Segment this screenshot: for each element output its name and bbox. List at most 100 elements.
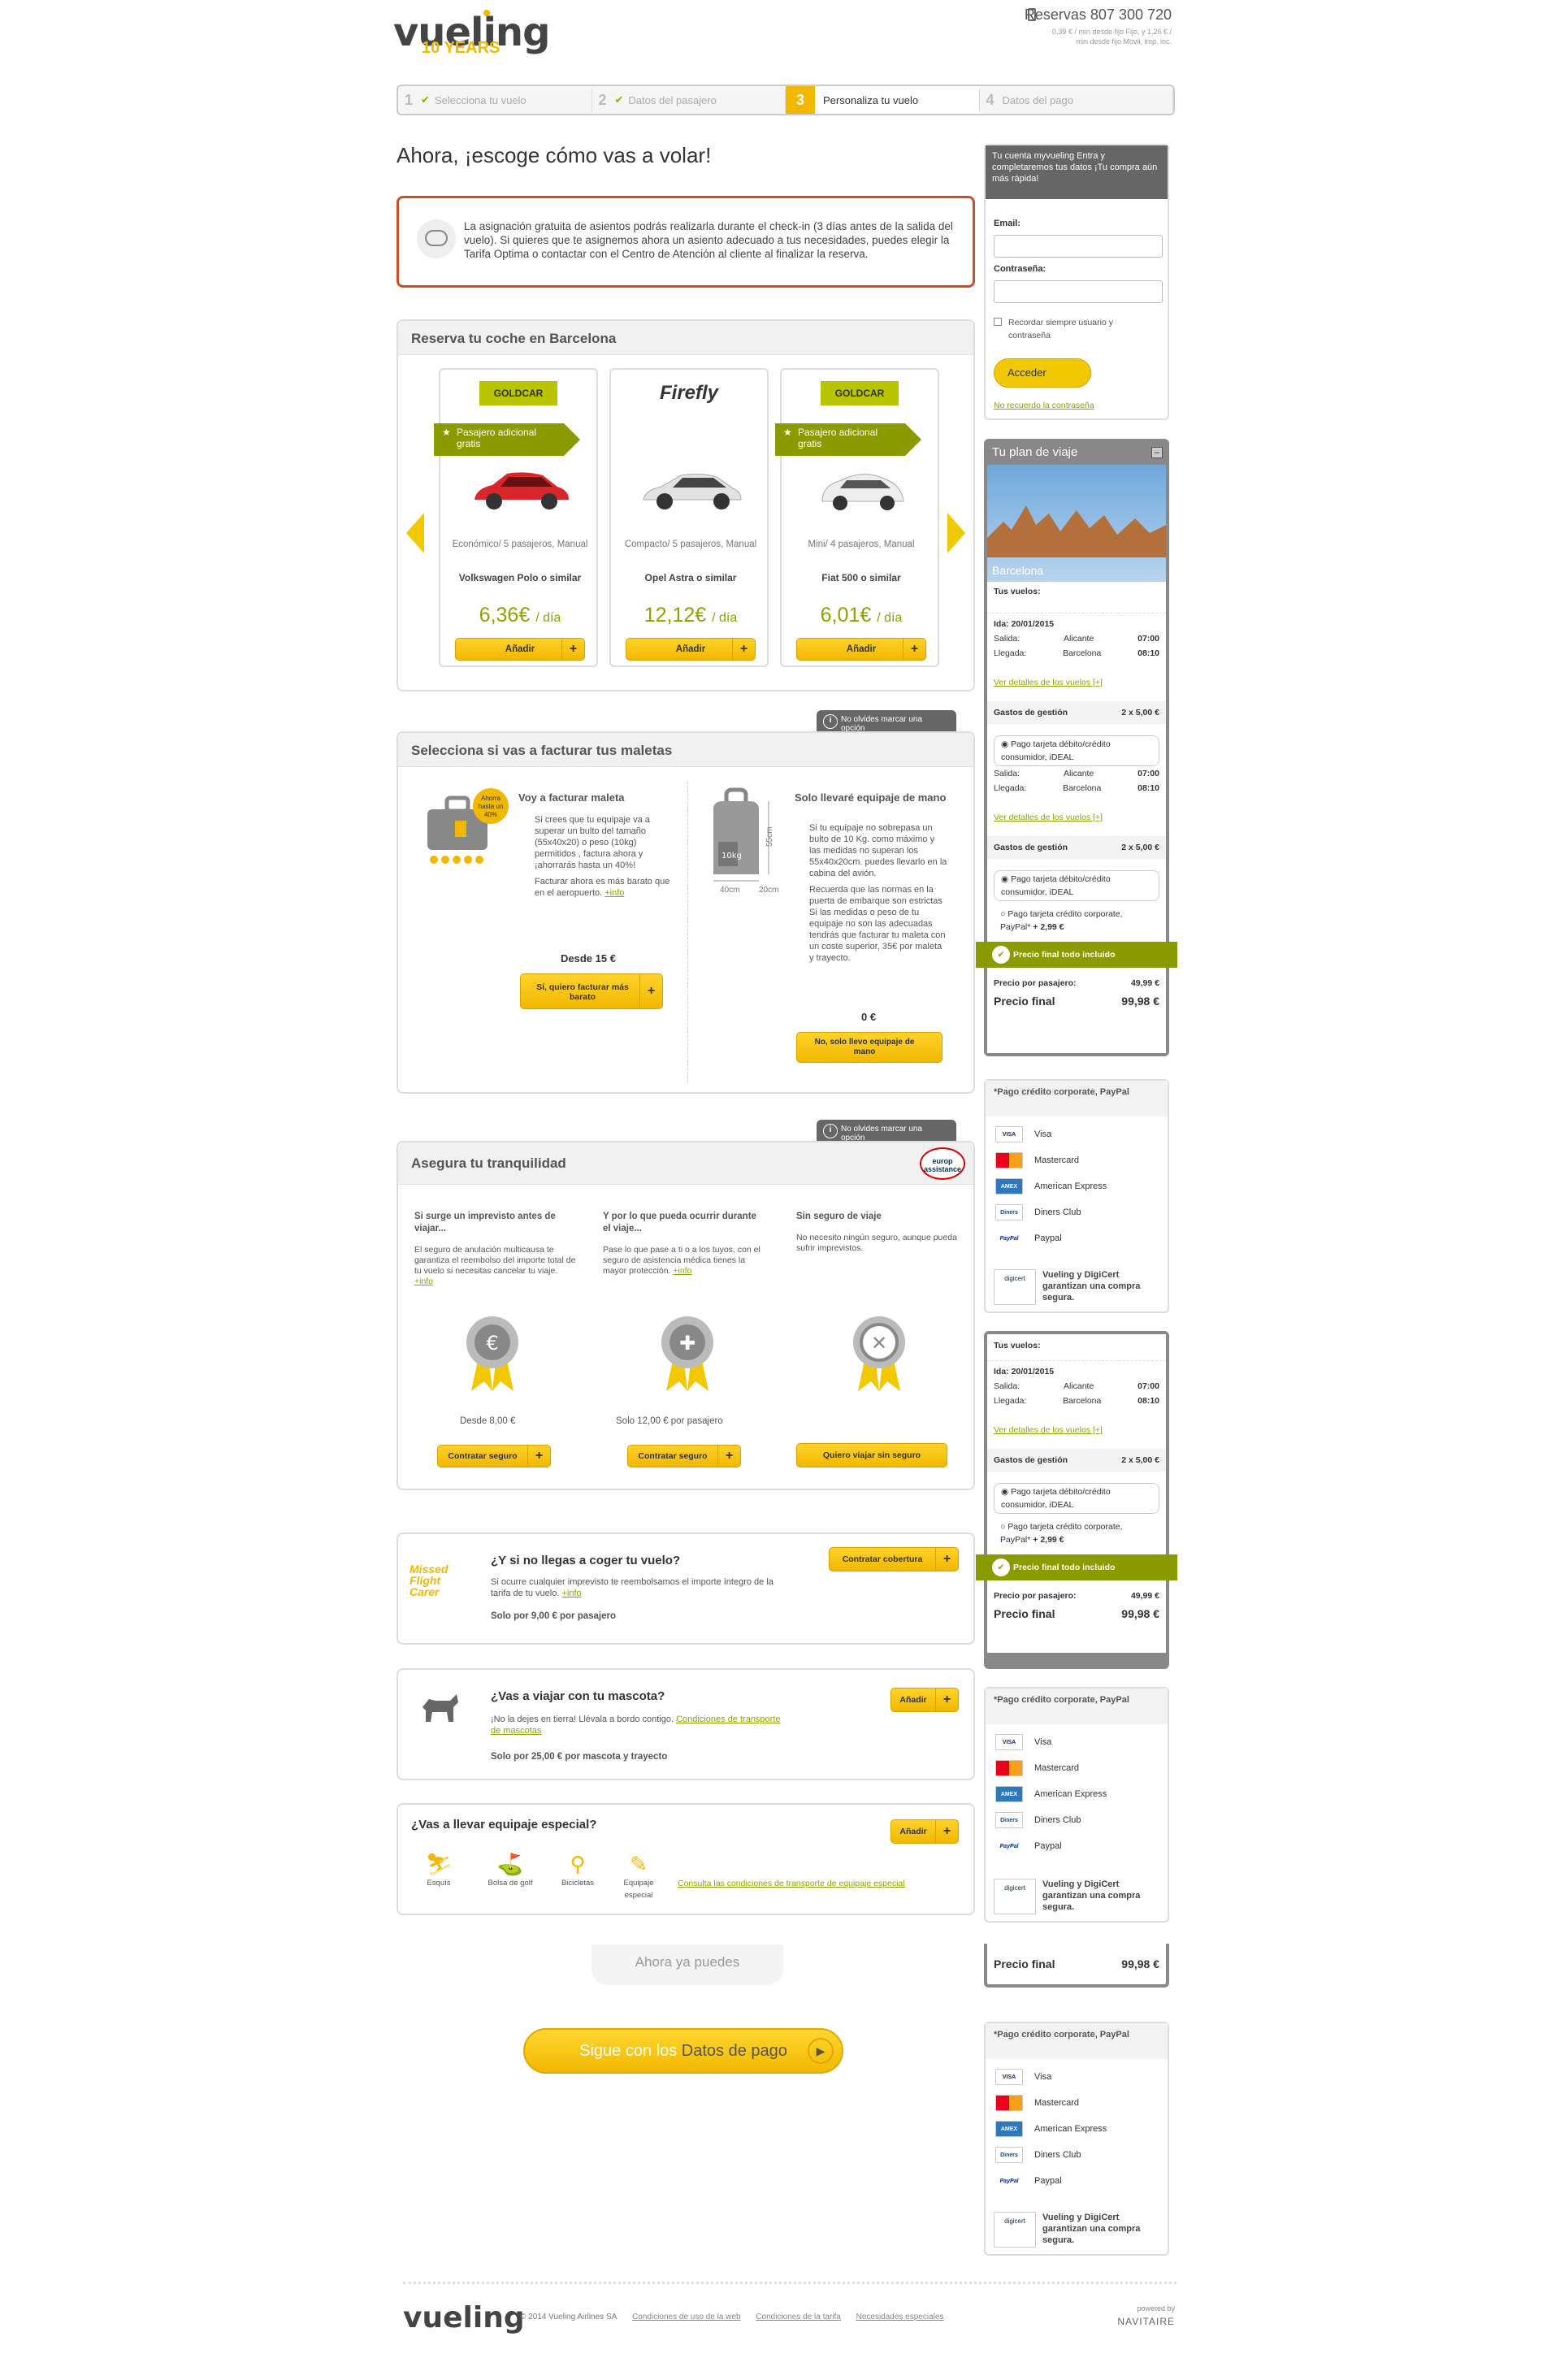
- pay-option-corporate[interactable]: ○ Pago tarjeta crédito corporate, PayPal…: [994, 906, 1159, 935]
- no-insurance-button[interactable]: Quiero viajar sin seguro: [796, 1443, 947, 1467]
- arrow-right-icon: ▶: [808, 2038, 834, 2064]
- car-card: GOLDCAR Pasajero adicional gratis Económ…: [434, 368, 598, 667]
- password-input[interactable]: [994, 280, 1163, 303]
- card-row: AMEX American Express: [986, 1173, 1168, 1199]
- insurance-price: Desde 8,00 €: [460, 1416, 516, 1426]
- cards-list: VISA Visa Mastercard AMEX American Express…: [986, 1116, 1168, 1251]
- missed-flight-logo: Missed Flight Carer: [410, 1563, 448, 1598]
- footer-links: © 2014 Vueling Airlines SA Condiciones d…: [520, 2313, 944, 2321]
- email-label: Email:: [994, 219, 1021, 228]
- medical-medal-icon: ✚: [661, 1316, 713, 1391]
- contract-coverage-button[interactable]: Contratar cobertura +: [829, 1547, 959, 1571]
- hand-luggage-icon: 10kg 55cm 40cm 20cm: [713, 787, 778, 895]
- step-customize: 3 Personaliza tu vuelo: [786, 86, 980, 114]
- missed-flight-text: Si ocurre cualquier imprevisto te reembo…: [491, 1577, 774, 1598]
- flight-details-link[interactable]: Ver detalles de los vuelos [+]: [987, 810, 1166, 825]
- car-type: Compacto/ 5 pasajeros, Manual: [624, 540, 757, 549]
- remember-checkbox[interactable]: [994, 318, 1002, 326]
- pet-title: ¿Vas a viajar con tu mascota?: [491, 1689, 665, 1703]
- contract-insurance-button[interactable]: Contratar seguro +: [627, 1445, 741, 1467]
- continue-to-payment-button[interactable]: Sigue con los Datos de pago ▶: [523, 2028, 843, 2074]
- remember-label: Recordar siempre usuario y contraseña: [1008, 318, 1113, 340]
- add-car-button[interactable]: Añadir +: [796, 638, 926, 661]
- fees-row: Gastos de gestión 2 x 5,00 €: [987, 701, 1166, 724]
- trip-plan-panel: Tus vuelos: Ida: 20/01/2015 Salida: Alica…: [976, 1331, 1177, 1669]
- phone-number: Reservas 807 300 720: [1024, 7, 1172, 23]
- card-row: Mastercard: [986, 1147, 1168, 1173]
- missed-flight-price: Solo por 9,00 € por pasajero: [491, 1611, 617, 1621]
- step-select-flight[interactable]: 1 ✔ Selecciona tu vuelo: [398, 86, 592, 114]
- fare-conditions-link[interactable]: Condiciones de la tarifa: [756, 2313, 841, 2321]
- info-link[interactable]: +info: [604, 888, 624, 898]
- special-conditions-link[interactable]: Consulta las condiciones de transporte d…: [678, 1878, 905, 1890]
- check-bag-text: Si crees que tu equipaje va a superar un…: [535, 815, 670, 898]
- step-passenger-data[interactable]: 2 ✔ Datos del pasajero: [592, 86, 786, 114]
- special-item[interactable]: ✎ Equipaje especial: [614, 1852, 663, 1901]
- add-pet-button[interactable]: Añadir +: [890, 1688, 959, 1712]
- add-car-button[interactable]: Añadir +: [626, 638, 756, 661]
- digicert-seal: digicert: [994, 1879, 1036, 1914]
- info-link[interactable]: +info: [414, 1277, 433, 1286]
- collapse-icon[interactable]: –: [1151, 447, 1163, 458]
- prev-arrow[interactable]: [406, 513, 424, 553]
- pet-text: ¡No la dejes en tierra! Llévala a bordo …: [491, 1715, 781, 1736]
- next-arrow[interactable]: [947, 513, 965, 553]
- flights-label: Tus vuelos:: [994, 587, 1041, 596]
- svg-text:✚: ✚: [679, 1332, 696, 1355]
- progress-steps: 1 ✔ Selecciona tu vuelo 2 ✔ Datos del pasaje…: [396, 85, 1175, 115]
- bike-item[interactable]: ⚲ Bicicletas: [541, 1852, 614, 1889]
- flight-details-link[interactable]: Ver detalles de los vuelos [+]: [987, 1423, 1166, 1437]
- pet-price: Solo por 25,00 € por mascota y trayecto: [491, 1752, 668, 1762]
- hand-luggage-button[interactable]: No, solo llevo equipaje de mano: [796, 1032, 942, 1063]
- golf-item[interactable]: ⛳ Bolsa de golf: [478, 1852, 543, 1889]
- svg-text:20cm: 20cm: [759, 886, 778, 895]
- cards-note: *Pago crédito corporate, PayPal: [986, 1081, 1168, 1116]
- add-special-button[interactable]: Añadir +: [890, 1819, 959, 1844]
- svg-text:40cm: 40cm: [720, 886, 739, 895]
- car-image: [474, 472, 569, 509]
- flight-details-link[interactable]: Ver detalles de los vuelos [+]: [987, 675, 1166, 690]
- divider: [687, 782, 688, 1082]
- special-equipment-icon: ✎: [630, 1852, 648, 1876]
- hand-luggage-text: Si tu equipaje no sobrepasa un bulto de …: [809, 823, 947, 963]
- pay-option-debit[interactable]: ◉ Pago tarjeta débito/crédito consumidor…: [994, 870, 1159, 901]
- car-rental-box: Reserva tu coche en Barcelona GOLDCAR Pa…: [396, 319, 975, 691]
- info-link[interactable]: +info: [673, 1266, 691, 1276]
- ski-item[interactable]: ⛷ Esquís: [422, 1852, 455, 1889]
- add-car-button[interactable]: Añadir +: [455, 638, 585, 661]
- page-title: Ahora, ¡escoge cómo vas a volar!: [396, 143, 712, 167]
- check-bag-price: Desde 15 €: [561, 952, 616, 965]
- dog-icon: [422, 1694, 458, 1722]
- login-header: Tu cuenta myvueling Entra y completaremo…: [986, 145, 1168, 199]
- footer-logo[interactable]: vueling: [403, 2301, 525, 2334]
- special-luggage-box: ¿Vas a llevar equipaje especial? Añadir +…: [396, 1803, 975, 1915]
- special-needs-link[interactable]: Necesidades especiales: [856, 2313, 944, 2321]
- discount-badge: Ahorra hasta un 40%: [473, 788, 509, 824]
- bicycle-icon: ⚲: [570, 1852, 586, 1876]
- login-button[interactable]: Acceder: [994, 358, 1091, 388]
- pet-box: ¿Vas a viajar con tu mascota? ¡No la dej…: [396, 1668, 975, 1780]
- digicert-seal: digicert: [994, 2212, 1036, 2248]
- password-label: Contraseña:: [994, 264, 1046, 274]
- golf-icon: ⛳: [496, 1852, 524, 1876]
- pay-option-debit[interactable]: ◉ Pago tarjeta débito/crédito consumidor…: [994, 1483, 1159, 1514]
- forgot-password-link[interactable]: No recuerdo la contraseña: [994, 401, 1094, 410]
- card-row: PayPal Paypal: [999, 1233, 1062, 1243]
- goldcar-logo: GOLDCAR: [479, 381, 557, 405]
- contract-insurance-button[interactable]: Contratar seguro +: [437, 1445, 551, 1467]
- insurance-option: Sin seguro de viaje No necesito ningún s…: [796, 1212, 957, 1253]
- logo-subtitle: 10 YEARS: [422, 39, 500, 57]
- insurance-option: Si surge un imprevisto antes de viajar..…: [414, 1212, 576, 1286]
- pay-option-debit[interactable]: ◉ Pago tarjeta débito/crédito consumidor…: [994, 735, 1159, 766]
- flight-arrival: Llegada: Barcelona 08:10: [994, 783, 1159, 793]
- check-bag-button[interactable]: Sí, quiero facturar más barato +: [520, 973, 663, 1009]
- luggage-box: Selecciona si vas a facturar tus maletas…: [396, 731, 975, 1094]
- car-model: Volkswagen Polo o similar: [458, 572, 582, 583]
- email-input[interactable]: [994, 235, 1163, 258]
- powered-by: powered by: [1137, 2304, 1175, 2313]
- pay-option-corporate[interactable]: ○ Pago tarjeta crédito corporate, PayPal…: [994, 1519, 1159, 1548]
- flight-departure: Salida: Alicante 07:00: [994, 769, 1159, 778]
- fees-row: Gastos de gestión 2 x 5,00 €: [987, 836, 1166, 859]
- terms-link[interactable]: Condiciones de uso de la web: [632, 2313, 740, 2321]
- info-link[interactable]: +info: [561, 1589, 581, 1598]
